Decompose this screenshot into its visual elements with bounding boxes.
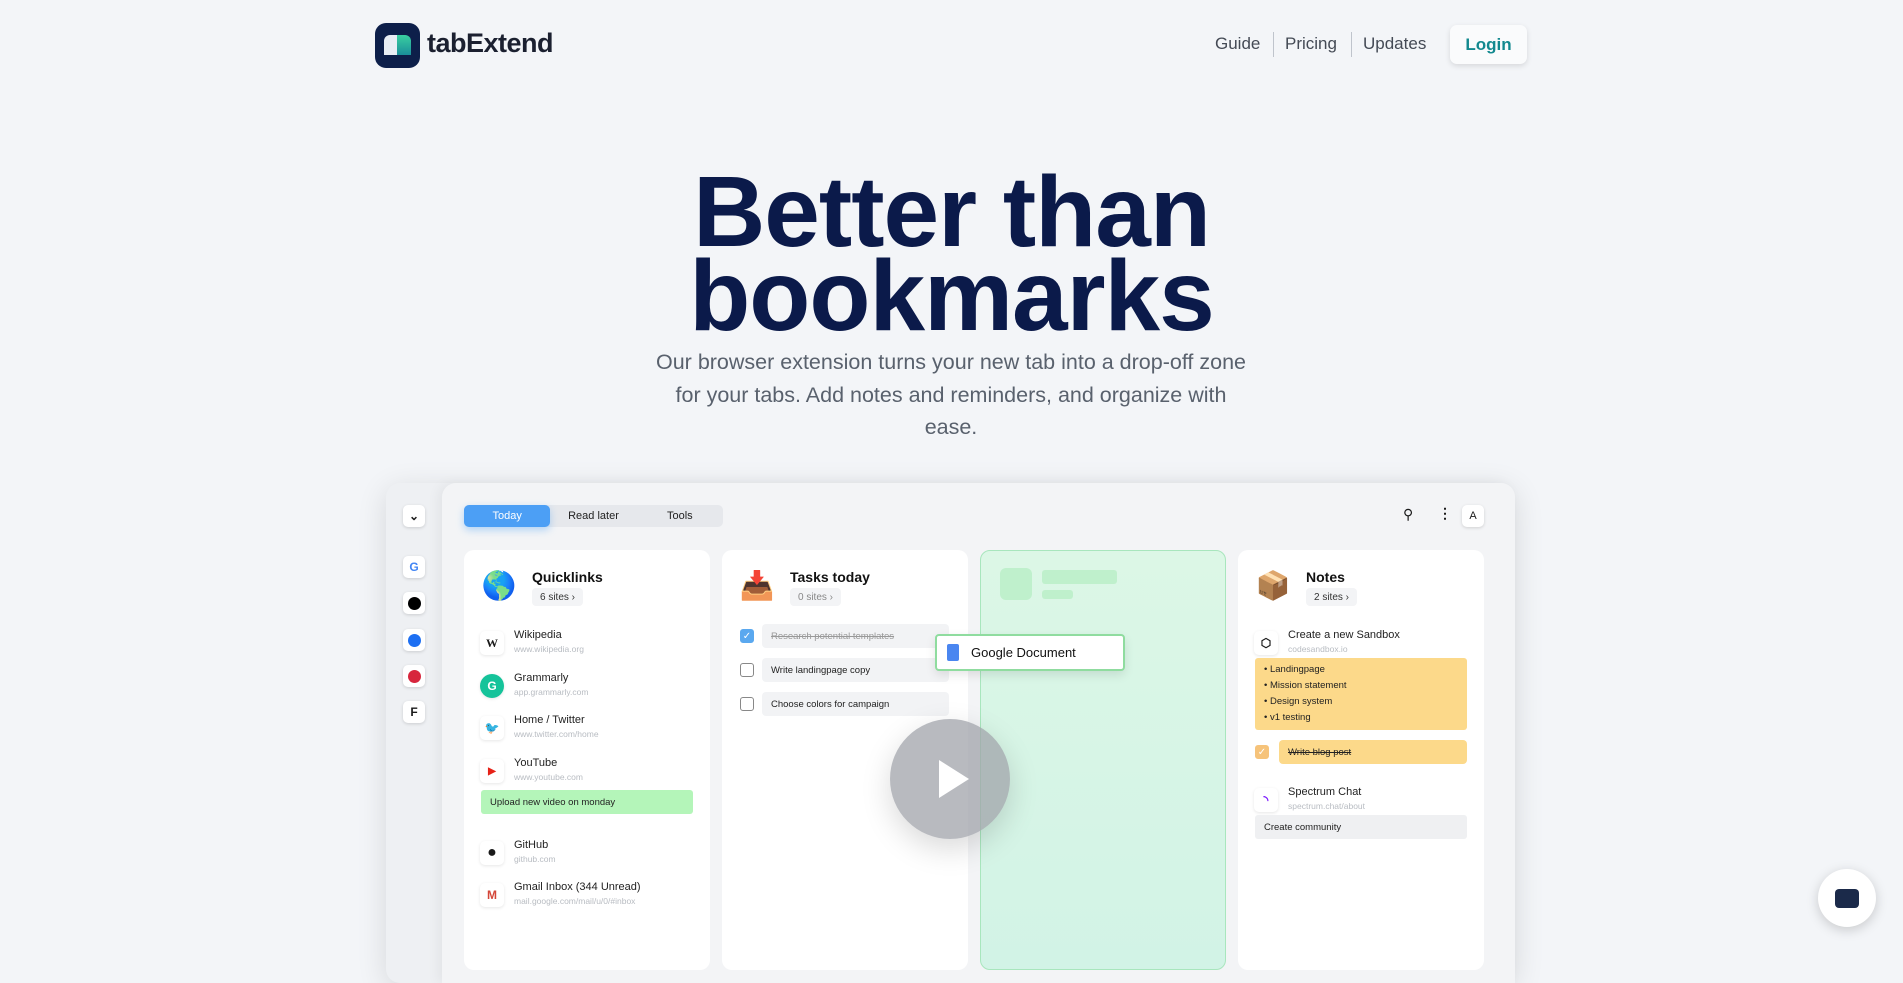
checkbox[interactable] (740, 697, 754, 711)
gmail-icon: M (480, 883, 504, 907)
drop-zone-column (980, 550, 1226, 970)
play-icon (939, 760, 969, 798)
search-icon[interactable]: ⚲ (1403, 506, 1413, 523)
logo-icon[interactable] (375, 23, 420, 68)
wikipedia-icon: W (480, 631, 504, 655)
task-label: Write blog post (1279, 740, 1467, 764)
checkbox-checked[interactable]: ✓ (740, 629, 754, 643)
link-url: www.twitter.com/home (514, 729, 599, 739)
youtube-icon: ▶ (480, 759, 504, 783)
pinterest-icon[interactable] (403, 665, 425, 687)
link-name: Home / Twitter (514, 714, 585, 726)
note-item[interactable]: • Landingpage • Mission statement • Desi… (1255, 658, 1467, 730)
tab-read-later[interactable]: Read later (550, 505, 636, 527)
bullet: • Mission statement (1264, 680, 1347, 691)
link-url: codesandbox.io (1288, 644, 1348, 654)
chat-button[interactable] (1818, 869, 1876, 927)
link-url: www.wikipedia.org (514, 644, 584, 654)
framer-icon[interactable]: F (403, 701, 425, 723)
link-name: Wikipedia (514, 629, 562, 641)
quicklinks-column: 🌎 Quicklinks 6 sites › W Wikipedia www.wik… (464, 550, 710, 970)
nav-guide[interactable]: Guide (1215, 34, 1260, 54)
list-item[interactable]: G Grammarly app.grammarly.com (464, 672, 710, 708)
list-item[interactable]: M Gmail Inbox (344 Unread) mail.google.com… (464, 881, 710, 917)
spectrum-icon: ◝ (1254, 788, 1278, 812)
column-title: Notes (1306, 569, 1345, 585)
link-name: Create a new Sandbox (1288, 629, 1400, 641)
list-item[interactable]: W Wikipedia www.wikipedia.org (464, 629, 710, 665)
inbox-tray-icon: 📥 (739, 569, 775, 601)
tab-today[interactable]: Today (464, 505, 551, 527)
column-title: Tasks today (790, 569, 870, 585)
task-label: Choose colors for campaign (762, 692, 949, 716)
column-title: Quicklinks (532, 569, 603, 585)
link-url: spectrum.chat/about (1288, 801, 1366, 811)
card-label: Google Document (971, 645, 1076, 660)
link-url: www.youtube.com (514, 772, 583, 782)
safari-icon[interactable] (403, 629, 425, 651)
drive-icon[interactable] (403, 592, 425, 614)
google-docs-icon (947, 644, 959, 661)
link-name: Gmail Inbox (344 Unread) (514, 881, 641, 893)
globe-icon: 🌎 (481, 569, 517, 601)
package-icon: 📦 (1255, 569, 1291, 601)
login-button[interactable]: Login (1450, 25, 1527, 64)
task-label: Research potential templates (762, 624, 949, 648)
tab-tools[interactable]: Tools (637, 505, 723, 527)
task-item[interactable]: Choose colors for campaign (722, 692, 968, 716)
placeholder-count (1042, 590, 1073, 599)
grammarly-icon: G (480, 674, 504, 698)
task-item[interactable]: Write landingpage copy (722, 658, 968, 682)
placeholder-title (1042, 570, 1117, 584)
link-name: YouTube (514, 757, 558, 769)
link-name: Grammarly (514, 672, 569, 684)
checkbox-checked[interactable]: ✓ (1255, 745, 1269, 759)
brand-name[interactable]: tabExtend (427, 28, 554, 59)
avatar[interactable]: A (1462, 505, 1484, 527)
link-name: GitHub (514, 839, 549, 851)
link-url: github.com (514, 854, 556, 864)
note-item[interactable]: Create community (1255, 815, 1467, 839)
tab-bar: Today Read later Tools (464, 505, 723, 527)
github-icon: ● (480, 841, 504, 865)
sites-count[interactable]: 0 sites › (790, 588, 842, 606)
list-item[interactable]: 🐦 Home / Twitter www.twitter.com/home (464, 714, 710, 750)
divider (1273, 32, 1274, 57)
link-name: Spectrum Chat (1288, 786, 1362, 798)
nav-pricing[interactable]: Pricing (1285, 34, 1337, 54)
hero-title-line2: bookmarks (689, 240, 1215, 352)
divider (1351, 32, 1352, 57)
chevron-down-icon[interactable]: ⌄ (403, 505, 425, 527)
notes-column: 📦 Notes 2 sites › ⬡ Create a new Sandbox c… (1238, 550, 1484, 970)
codesandbox-icon: ⬡ (1254, 631, 1278, 655)
task-label: Write landingpage copy (762, 658, 949, 682)
bullet: • Design system (1264, 696, 1333, 707)
list-item[interactable]: ● GitHub github.com (464, 839, 710, 875)
link-url: mail.google.com/mail/u/0/#inbox (514, 896, 636, 906)
link-url: app.grammarly.com (514, 687, 589, 697)
hero-subtitle: Our browser extension turns your new tab… (656, 350, 1246, 439)
more-icon[interactable]: ⋮ (1438, 505, 1452, 522)
placeholder-icon (1000, 568, 1032, 600)
task-item[interactable]: ✓ Research potential templates (722, 624, 968, 648)
sites-count[interactable]: 6 sites › (532, 588, 584, 606)
bullet: • v1 testing (1264, 712, 1311, 723)
list-item[interactable]: ▶ YouTube www.youtube.com (464, 757, 710, 793)
note-item[interactable]: Upload new video on monday (481, 790, 693, 814)
nav-updates[interactable]: Updates (1363, 34, 1426, 54)
task-item[interactable]: ✓ Write blog post (1238, 740, 1484, 764)
chat-icon (1835, 888, 1859, 908)
play-video-button[interactable] (890, 719, 1010, 839)
google-icon[interactable]: G (403, 556, 425, 578)
sites-count[interactable]: 2 sites › (1306, 588, 1358, 606)
dragged-card[interactable]: Google Document (935, 634, 1125, 671)
bullet: • Landingpage (1264, 664, 1325, 675)
twitter-icon: 🐦 (480, 716, 504, 740)
checkbox[interactable] (740, 663, 754, 677)
